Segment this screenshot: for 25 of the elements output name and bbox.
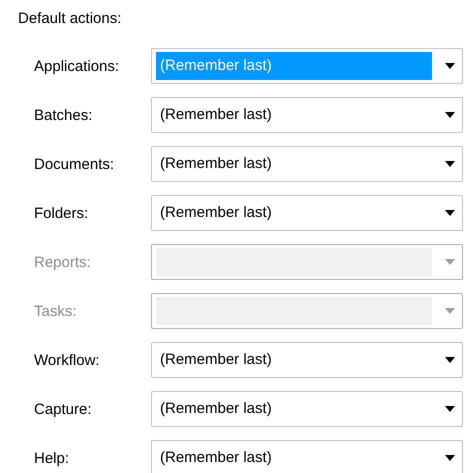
field-label: Capture:	[34, 400, 93, 418]
dropdown[interactable]: (Remember last)	[151, 391, 463, 427]
caret-icon	[445, 161, 455, 167]
field-label: Reports:	[34, 254, 92, 270]
caret-icon	[445, 357, 455, 363]
field-label: Batches:	[34, 106, 94, 124]
section-title: Default actions:	[18, 10, 122, 28]
caret-icon	[445, 455, 455, 461]
field-label: Documents:	[34, 156, 116, 172]
dropdown[interactable]: (Remember last)	[151, 440, 463, 473]
field-label: Folders:	[34, 204, 90, 222]
field-label: Applications:	[34, 58, 120, 74]
dropdown[interactable]: (Remember last)	[151, 195, 463, 231]
field-label: Help:	[34, 450, 70, 466]
dropdown[interactable]: (Remember last)	[151, 146, 463, 182]
field-label: Workflow:	[34, 352, 101, 368]
field-label: Tasks:	[34, 302, 78, 320]
dropdown[interactable]: (Remember last)	[151, 342, 463, 378]
caret-icon	[445, 112, 455, 118]
dropdown[interactable]: (Remember last)	[151, 97, 463, 133]
caret-icon	[445, 210, 455, 216]
caret-icon	[445, 406, 455, 412]
caret-icon	[445, 308, 455, 314]
caret-icon	[445, 63, 455, 69]
caret-icon	[445, 259, 455, 265]
